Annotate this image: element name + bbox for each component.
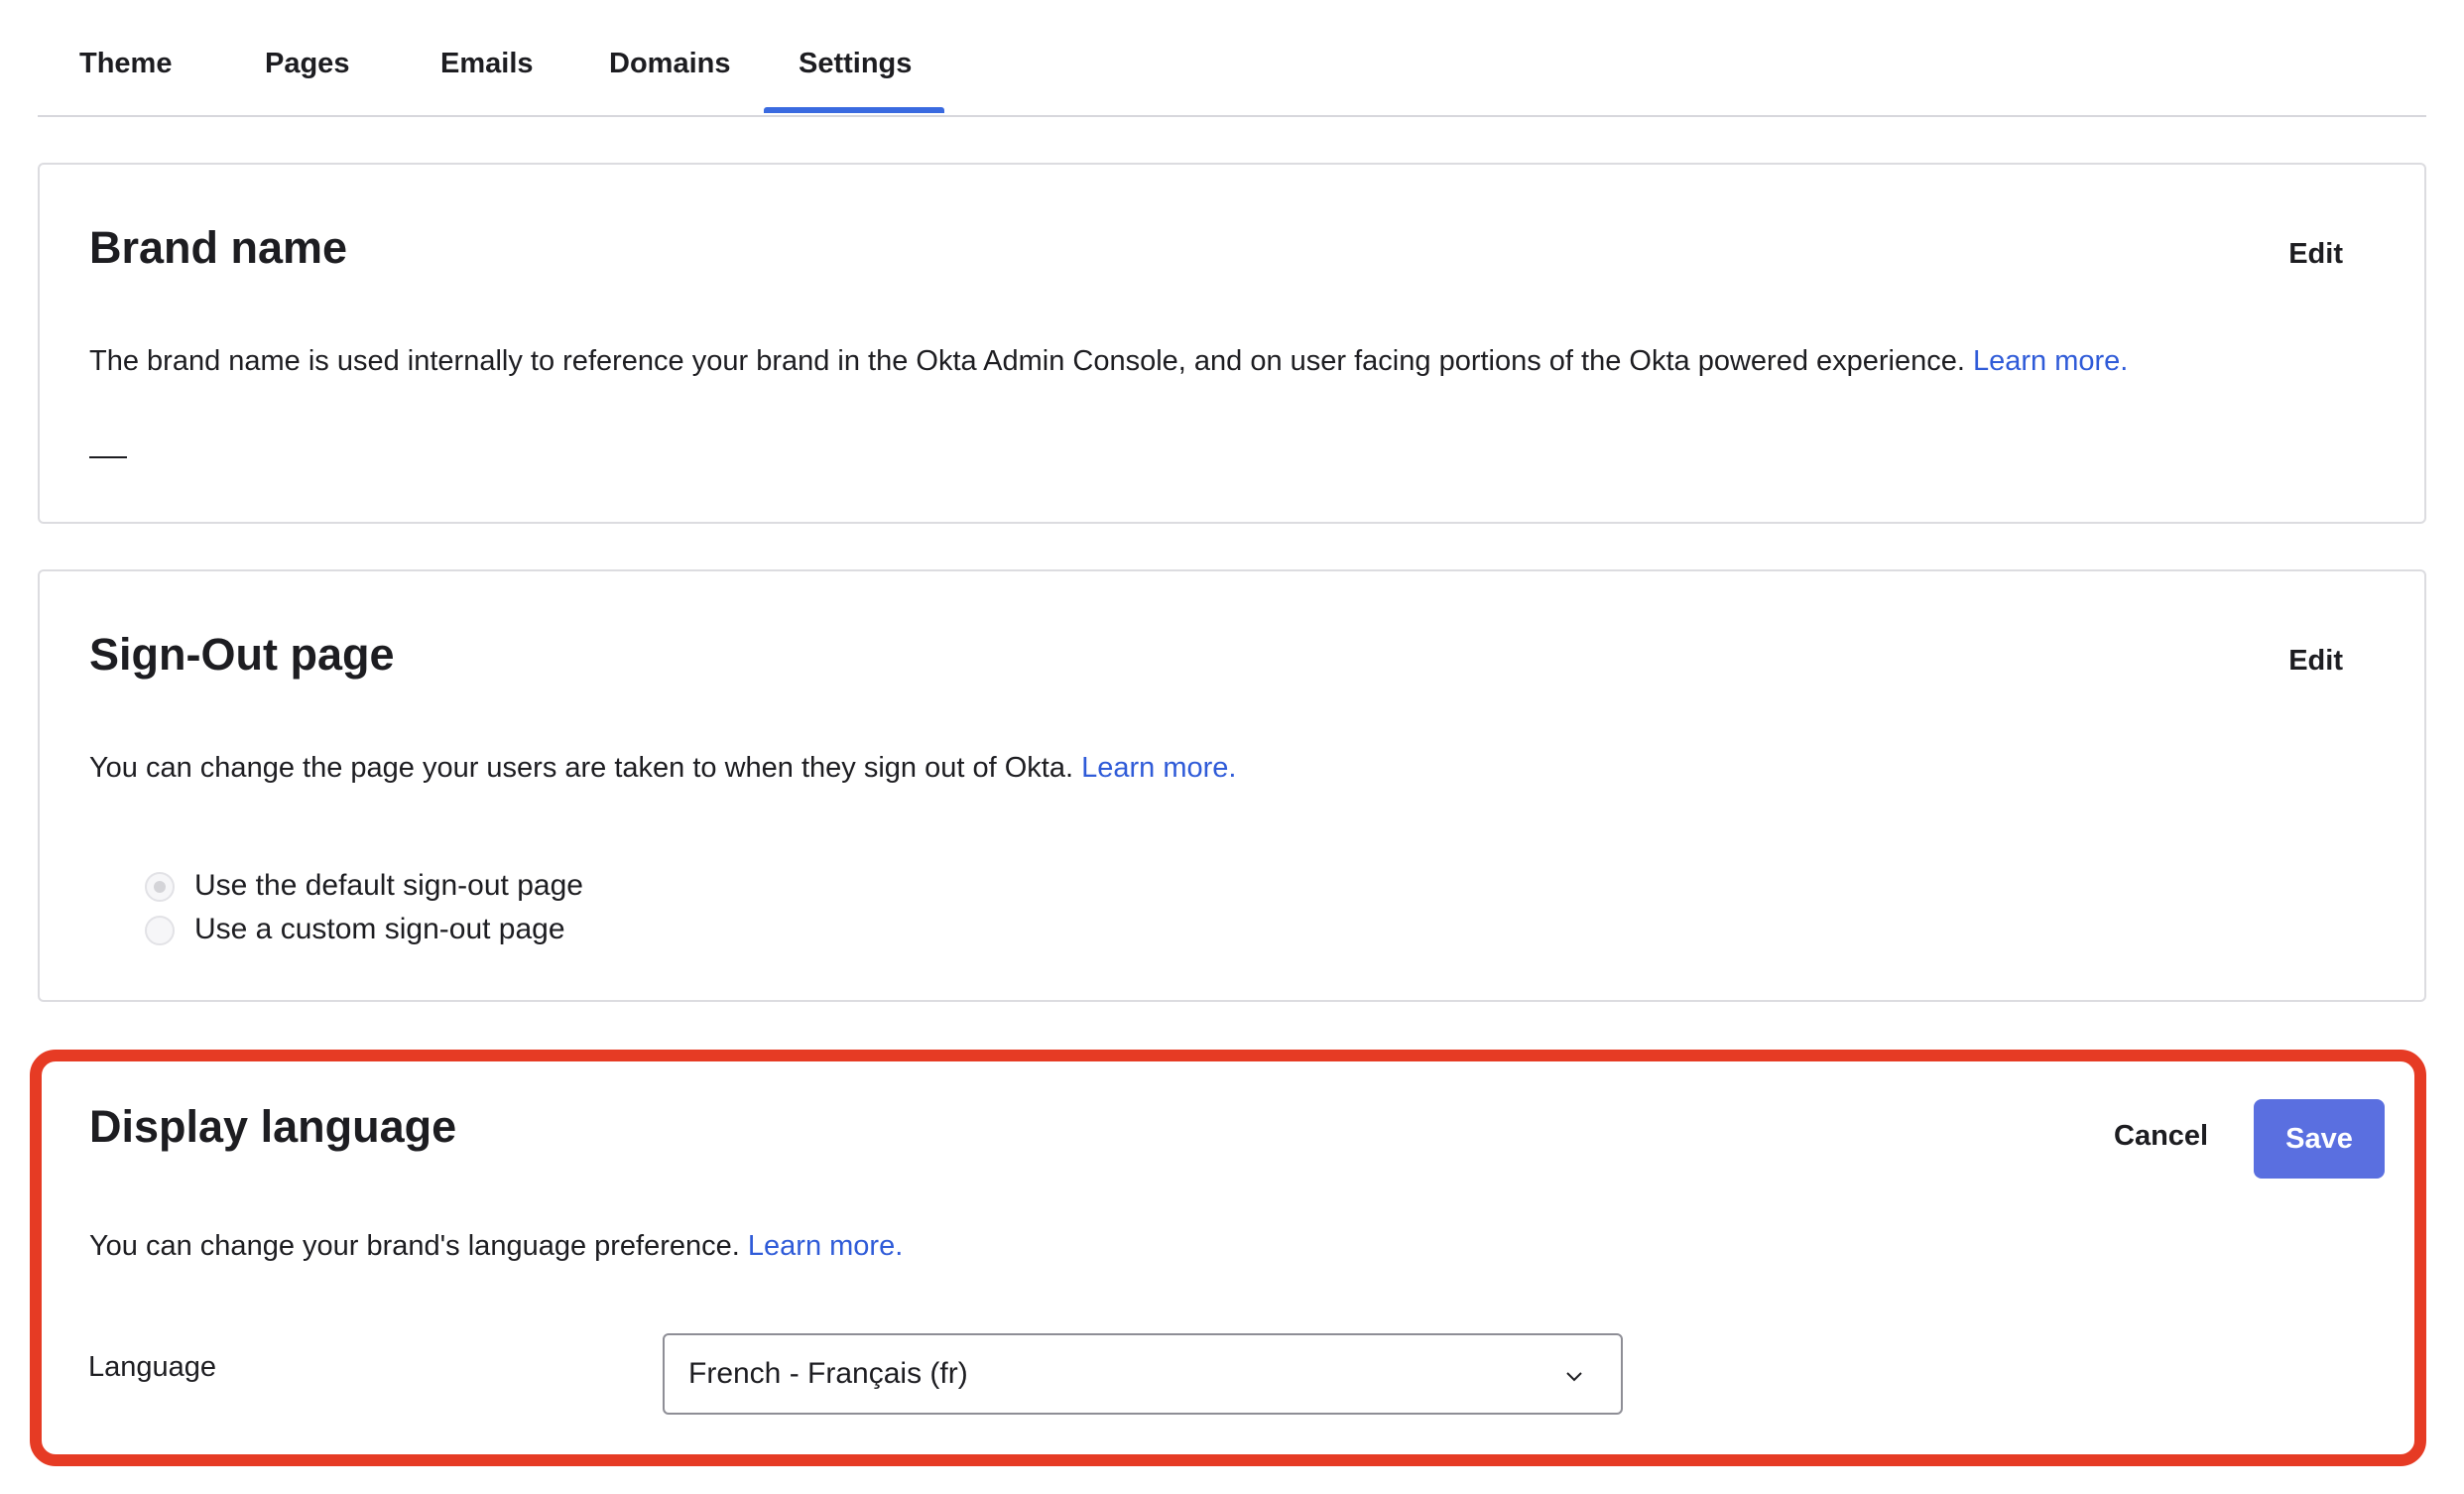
radio-default-sign-out-control[interactable] <box>145 872 175 902</box>
highlight-box <box>30 1050 2426 1466</box>
sign-out-description-text: You can change the page your users are t… <box>89 752 1074 784</box>
active-tab-indicator <box>764 107 944 113</box>
sign-out-learn-more-link[interactable]: Learn more. <box>1081 752 1236 784</box>
tab-emails[interactable]: Emails <box>440 48 534 80</box>
tab-settings[interactable]: Settings <box>799 48 912 80</box>
tab-domains[interactable]: Domains <box>609 48 730 80</box>
sign-out-edit-button[interactable]: Edit <box>2288 645 2343 678</box>
brand-name-edit-button[interactable]: Edit <box>2288 238 2343 271</box>
tab-pages[interactable]: Pages <box>265 48 349 80</box>
brand-name-description: The brand name is used internally to ref… <box>89 345 2128 378</box>
sign-out-title: Sign-Out page <box>89 629 395 680</box>
radio-custom-sign-out-label: Use a custom sign-out page <box>194 913 565 945</box>
brand-name-description-text: The brand name is used internally to ref… <box>89 345 1965 377</box>
brand-name-learn-more-link[interactable]: Learn more. <box>1973 345 2128 377</box>
tab-theme[interactable]: Theme <box>79 48 172 80</box>
brand-name-title: Brand name <box>89 222 348 273</box>
sign-out-description: You can change the page your users are t… <box>89 752 1236 785</box>
brand-name-empty-value <box>89 456 127 458</box>
tab-bar: Theme Pages Emails Domains Settings <box>38 0 2426 117</box>
radio-custom-sign-out-control[interactable] <box>145 916 175 945</box>
sign-out-card: Sign-Out page Edit You can change the pa… <box>38 569 2426 1002</box>
brand-name-card: Brand name Edit The brand name is used i… <box>38 163 2426 524</box>
radio-default-sign-out-label: Use the default sign-out page <box>194 869 583 902</box>
